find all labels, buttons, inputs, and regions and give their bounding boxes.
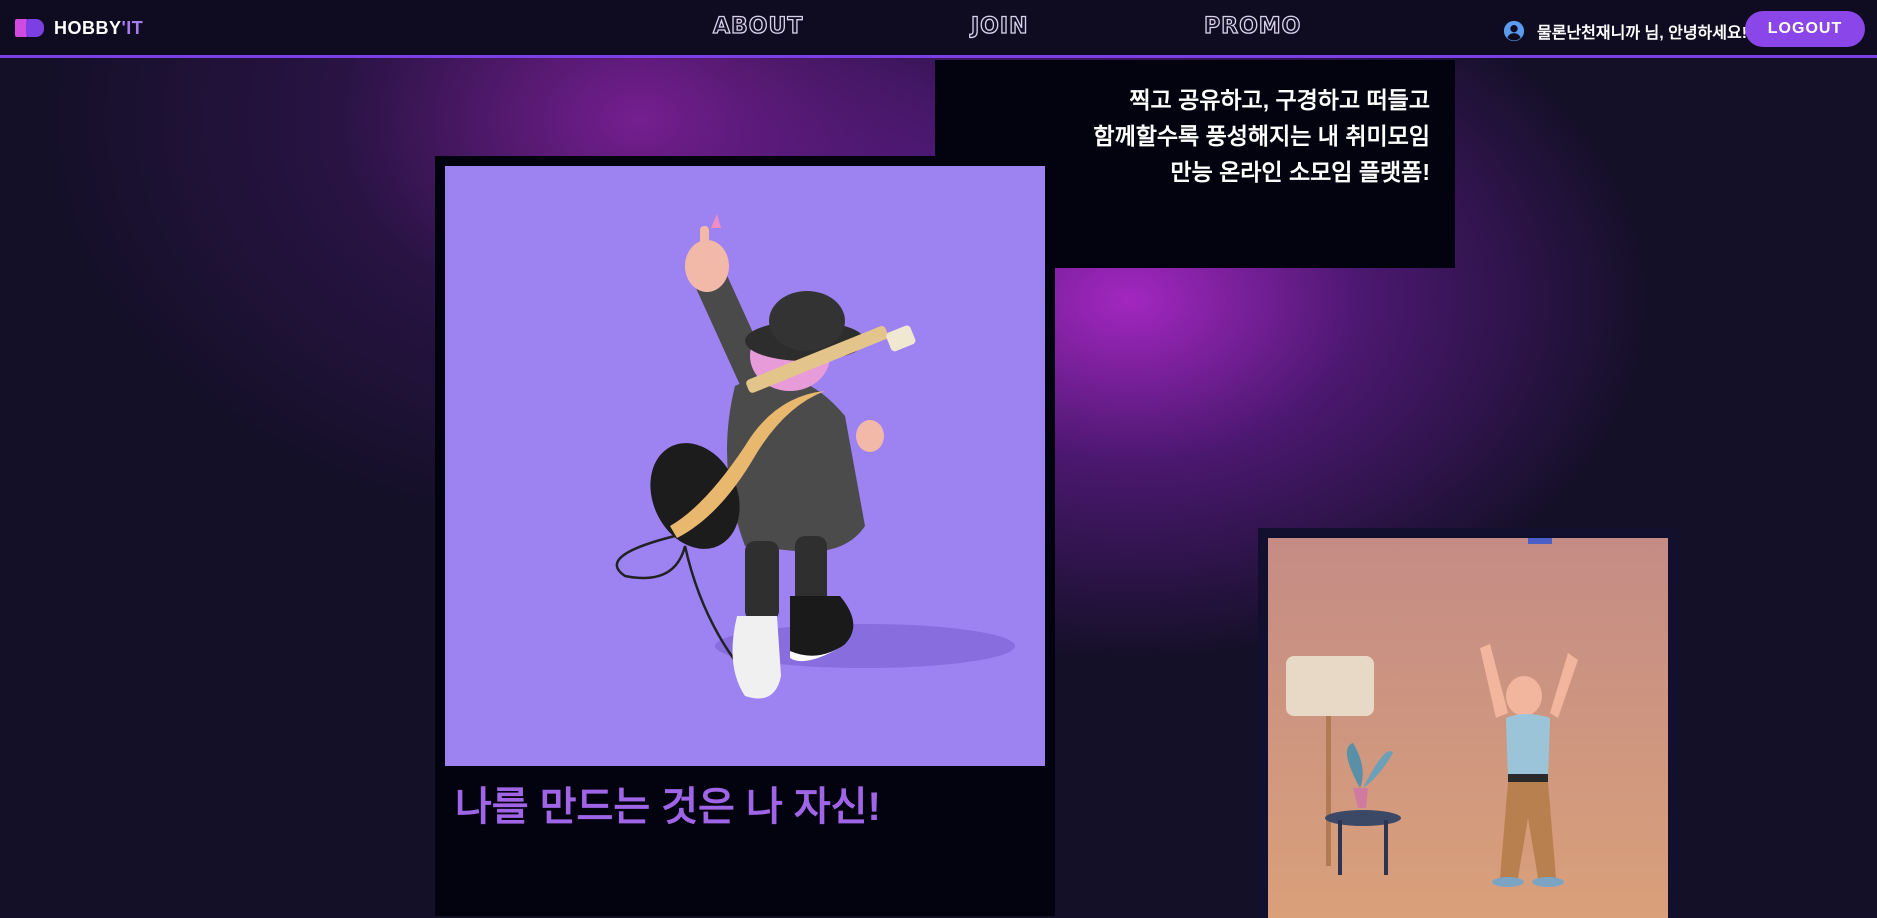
- card-title: 나를 만드는 것은 나 자신!: [455, 785, 881, 829]
- logo-mark-icon: [15, 17, 46, 39]
- intro-line-2: 함께할수록 풍성해지는 내 취미모임: [1093, 123, 1430, 149]
- brand-name: HOBBY'IT: [54, 18, 143, 39]
- user-circle-icon[interactable]: [1503, 20, 1525, 42]
- feature-card: 나를 만드는 것은 나 자신!: [435, 156, 1055, 916]
- side-card: [1258, 528, 1678, 918]
- intro-text: 찍고 공유하고, 구경하고 떠들고 함께할수록 풍성해지는 내 취미모임 만능 …: [1093, 82, 1430, 190]
- brand-name-accent: 'IT: [121, 17, 144, 38]
- brand-name-main: HOBBY: [54, 17, 122, 38]
- top-navbar: HOBBY'IT ABOUT JOIN PROMO 물론난천재니까 님, 안녕하…: [0, 0, 1877, 58]
- nav-link-promo[interactable]: PROMO: [1203, 13, 1301, 39]
- guitarist-figure: [615, 214, 1015, 699]
- brand-logo[interactable]: HOBBY'IT: [15, 17, 143, 39]
- intro-line-3: 만능 온라인 소모임 플랫폼!: [1170, 159, 1430, 185]
- guitarist-illustration: [445, 166, 1045, 766]
- dancer-illustration: [1268, 538, 1668, 918]
- dancer-scene: [1268, 538, 1668, 918]
- nav-link-about[interactable]: ABOUT: [712, 13, 803, 39]
- nav-link-join[interactable]: JOIN: [970, 13, 1029, 39]
- logout-button[interactable]: LOGOUT: [1745, 11, 1865, 47]
- user-greeting: 물론난천재니까 님, 안녕하세요!: [1537, 25, 1748, 42]
- intro-line-1: 찍고 공유하고, 구경하고 떠들고: [1129, 87, 1430, 113]
